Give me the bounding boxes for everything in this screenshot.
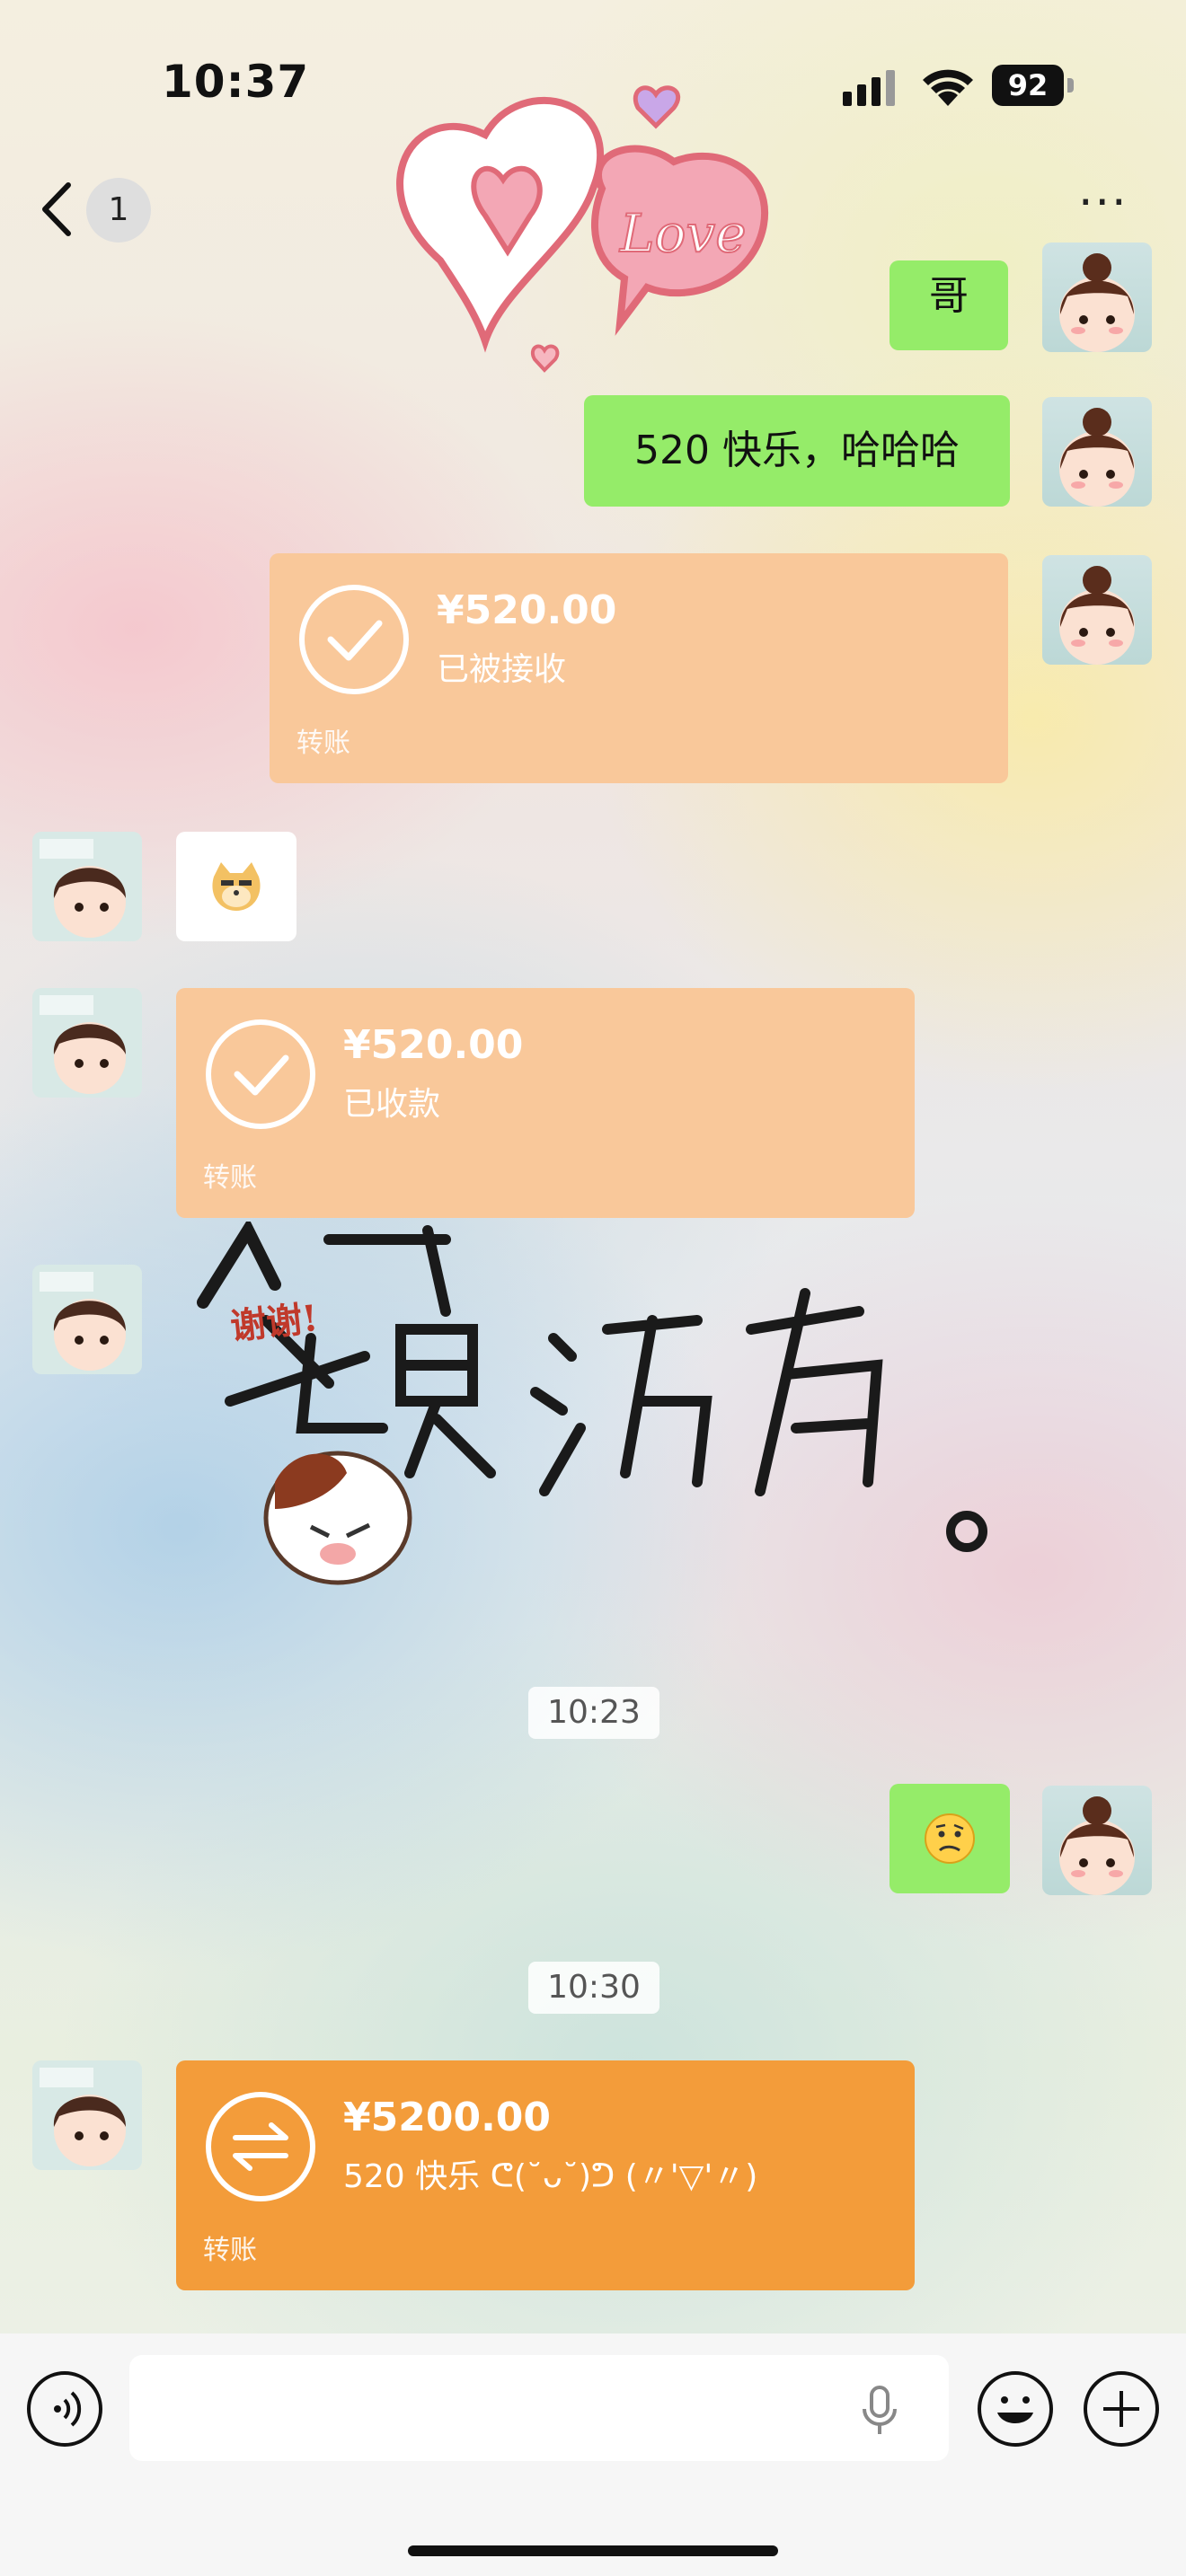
- wifi-icon: [923, 69, 973, 106]
- battery-icon: 92: [992, 65, 1075, 106]
- transfer-status: 已被接收: [437, 651, 567, 688]
- avatar-self[interactable]: [1042, 397, 1152, 507]
- message-timestamp: 10:30: [528, 1962, 659, 2014]
- plus-icon: [1103, 2391, 1139, 2427]
- message-bubble-sent[interactable]: 520 快乐，哈哈哈: [584, 395, 1010, 507]
- smiley-icon: [997, 2396, 1033, 2423]
- message-timestamp: 10:23: [528, 1687, 659, 1739]
- emoji-button[interactable]: [978, 2371, 1053, 2447]
- voice-wave-icon: [54, 2391, 82, 2427]
- avatar-contact[interactable]: [32, 832, 142, 941]
- girl-avatar-icon: [1059, 566, 1135, 665]
- cellular-signal-icon: [843, 70, 895, 106]
- avatar-self[interactable]: [1042, 555, 1152, 665]
- transfer-label: 转账: [203, 2235, 257, 2266]
- transfer-label: 转账: [203, 1162, 257, 1194]
- avatar-contact[interactable]: [32, 988, 142, 1098]
- dog-sticker-icon: [263, 1451, 412, 1585]
- doge-emoji-icon: [212, 862, 261, 911]
- sticker-message[interactable]: 谢谢!: [176, 1222, 1066, 1635]
- transfer-amount: ¥520.00: [437, 587, 617, 633]
- message-bubble-sent[interactable]: 哥: [890, 260, 1008, 350]
- back-chevron-icon[interactable]: [36, 180, 75, 239]
- transfer-note: 520 快乐 ᕦ(˘ᴗ˘)ᕤ (〃'▽'〃): [343, 2158, 758, 2195]
- battery-level: 92: [992, 65, 1064, 106]
- avatar-contact[interactable]: [32, 2060, 142, 2170]
- transfer-amount: ¥520.00: [343, 1022, 524, 1068]
- transfer-label: 转账: [296, 728, 350, 759]
- check-circle-icon: [206, 1019, 315, 1129]
- avatar-self[interactable]: [1042, 243, 1152, 352]
- message-text: 哥: [929, 273, 969, 319]
- transfer-card-pending[interactable]: ¥5200.00 520 快乐 ᕦ(˘ᴗ˘)ᕤ (〃'▽'〃) 转账: [176, 2060, 915, 2290]
- girl-avatar-icon: [1059, 253, 1135, 352]
- avatar-contact[interactable]: [32, 1265, 142, 1374]
- svg-text:Love: Love: [619, 203, 747, 264]
- microphone-icon[interactable]: [859, 2386, 900, 2436]
- message-bubble-received[interactable]: [176, 832, 296, 941]
- voice-toggle-button[interactable]: [27, 2371, 102, 2447]
- message-bubble-sent[interactable]: [890, 1784, 1010, 1893]
- avatar-self[interactable]: [1042, 1786, 1152, 1895]
- more-functions-button[interactable]: [1084, 2371, 1159, 2447]
- unread-count-badge[interactable]: 1: [86, 178, 151, 243]
- boy-avatar-icon: [40, 839, 126, 938]
- transfer-amount: ¥5200.00: [343, 2095, 552, 2140]
- status-time: 10:37: [162, 56, 310, 108]
- love-sticker: Love: [396, 85, 769, 373]
- boy-avatar-icon: [40, 2068, 126, 2166]
- sticker-caption: 谢谢!: [228, 1297, 321, 1348]
- check-circle-icon: [299, 585, 409, 694]
- transfer-card[interactable]: ¥520.00 已被接收 转账: [270, 553, 1008, 783]
- confused-emoji-icon: [925, 1813, 975, 1864]
- transfer-arrows-icon: [206, 2092, 315, 2201]
- boy-avatar-icon: [40, 1272, 126, 1371]
- message-input[interactable]: [129, 2355, 949, 2461]
- more-dots-icon[interactable]: ···: [1078, 180, 1137, 226]
- transfer-card[interactable]: ¥520.00 已收款 转账: [176, 988, 915, 1218]
- girl-avatar-icon: [1059, 1796, 1135, 1895]
- message-text: 520 快乐，哈哈哈: [634, 428, 960, 473]
- transfer-status: 已收款: [343, 1086, 441, 1123]
- boy-avatar-icon: [40, 995, 126, 1094]
- home-indicator: [408, 2545, 778, 2556]
- girl-avatar-icon: [1059, 408, 1135, 507]
